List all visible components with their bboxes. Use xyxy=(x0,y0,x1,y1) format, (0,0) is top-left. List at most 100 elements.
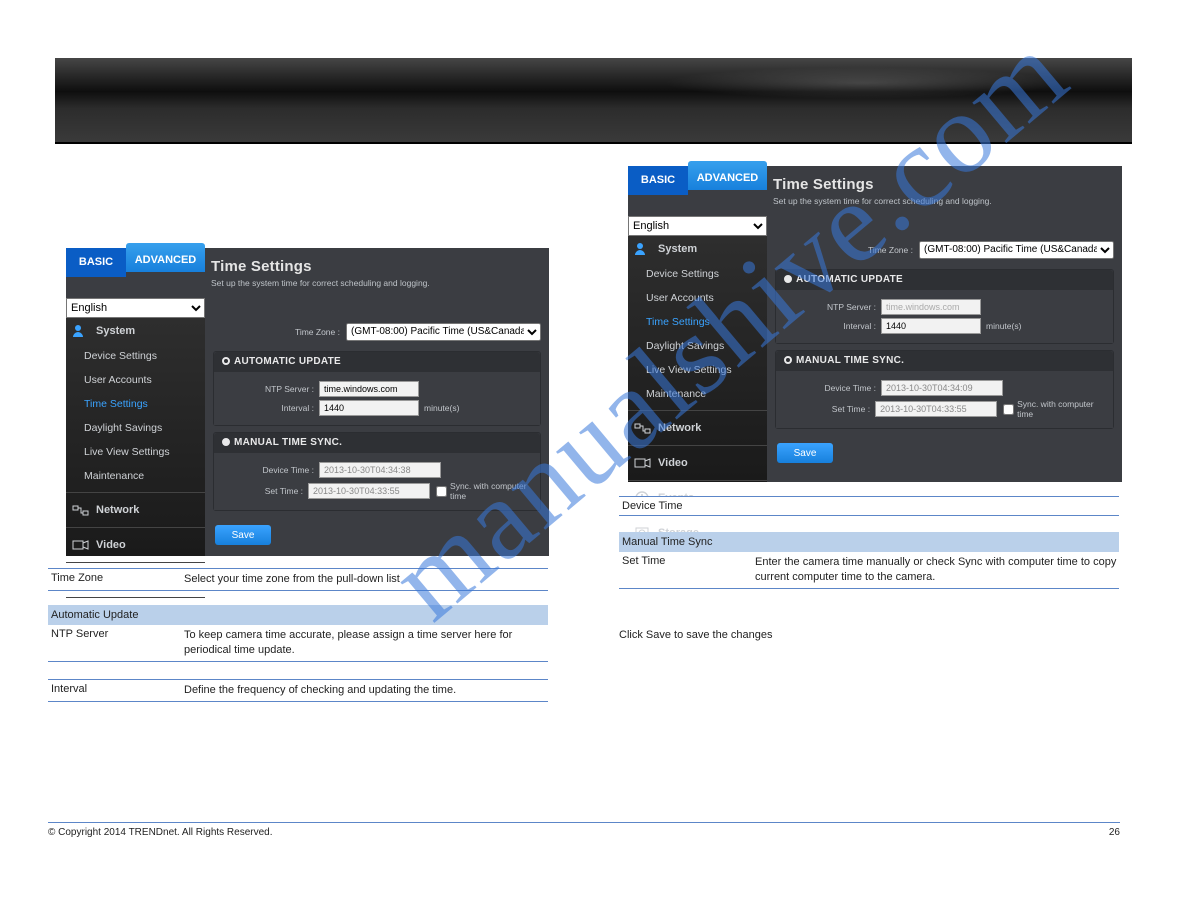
manual-time-sync-box: MANUAL TIME SYNC. Device Time : Set Time… xyxy=(775,350,1114,429)
sidebar: System Device Settings User Accounts Tim… xyxy=(628,236,767,482)
footer: © Copyright 2014 TRENDnet. All Rights Re… xyxy=(48,822,1120,838)
video-icon xyxy=(72,538,90,552)
sidebar-item-label: System xyxy=(658,243,697,255)
radio-unselected-icon[interactable] xyxy=(784,356,792,364)
save-note-text: Click Save to save the changes xyxy=(619,625,1119,645)
timezone-label: Time Zone : xyxy=(868,245,913,255)
language-select[interactable]: English xyxy=(66,298,205,318)
interval-label: Interval : xyxy=(222,403,314,413)
sidebar-item-system[interactable]: System xyxy=(66,318,205,344)
interval-input[interactable] xyxy=(319,400,419,416)
timezone-select[interactable]: (GMT-08:00) Pacific Time (US&Canada) xyxy=(919,241,1114,259)
network-icon xyxy=(634,421,652,435)
device-time-label: Device Time : xyxy=(784,383,876,393)
manual-time-sync-box: MANUAL TIME SYNC. Device Time : Set Time… xyxy=(213,432,541,511)
sidebar-item-label: Maintenance xyxy=(646,388,706,400)
sidebar-item-label: User Accounts xyxy=(84,374,152,386)
desc-key: Time Zone xyxy=(48,572,178,584)
radio-selected-icon[interactable] xyxy=(222,438,230,446)
page-subtitle: Set up the system time for correct sched… xyxy=(773,196,992,207)
device-time-label: Device Time : xyxy=(222,465,314,475)
ui-panel-right: BASIC ADVANCED Time Settings Set up the … xyxy=(628,166,1122,482)
heading-text: AUTOMATIC UPDATE xyxy=(234,356,341,367)
sidebar-item-device-settings[interactable]: Device Settings xyxy=(66,344,205,368)
sidebar-item-live-view-settings[interactable]: Live View Settings xyxy=(66,440,205,464)
sidebar-item-daylight-savings[interactable]: Daylight Savings xyxy=(66,416,205,440)
ntp-server-input[interactable] xyxy=(881,299,981,315)
sidebar-item-video[interactable]: Video xyxy=(66,532,205,558)
sidebar-item-label: Network xyxy=(658,422,701,434)
sidebar-item-network[interactable]: Network xyxy=(66,497,205,523)
ntp-server-input[interactable] xyxy=(319,381,419,397)
heading-text: AUTOMATIC UPDATE xyxy=(796,274,903,285)
desc-val: Define the frequency of checking and upd… xyxy=(178,683,548,698)
sidebar-item-maintenance[interactable]: Maintenance xyxy=(628,382,767,406)
sidebar-item-network[interactable]: Network xyxy=(628,415,767,441)
sidebar-item-live-view-settings[interactable]: Live View Settings xyxy=(628,358,767,382)
box-heading: MANUAL TIME SYNC. xyxy=(214,433,540,453)
timezone-row: Time Zone : (GMT-08:00) Pacific Time (US… xyxy=(205,318,549,345)
sidebar-item-label: Daylight Savings xyxy=(84,422,162,434)
heading-text: MANUAL TIME SYNC. xyxy=(796,355,904,366)
sidebar-item-system[interactable]: System xyxy=(628,236,767,262)
language-select[interactable]: English xyxy=(628,216,767,236)
ntp-label: NTP Server : xyxy=(222,384,314,394)
box-heading: AUTOMATIC UPDATE xyxy=(776,270,1113,290)
sidebar-item-label: User Accounts xyxy=(646,292,714,304)
automatic-update-box: AUTOMATIC UPDATE NTP Server : Interval :… xyxy=(775,269,1114,344)
sidebar-item-label: Time Settings xyxy=(84,398,148,410)
set-time-input[interactable] xyxy=(308,483,430,499)
radio-unselected-icon[interactable] xyxy=(222,357,230,365)
ntp-label: NTP Server : xyxy=(784,302,876,312)
divider xyxy=(66,492,205,493)
sidebar-item-label: Time Settings xyxy=(646,316,710,328)
sidebar-item-time-settings[interactable]: Time Settings xyxy=(628,310,767,334)
page-title: Time Settings xyxy=(773,176,992,193)
divider xyxy=(628,410,767,411)
user-icon xyxy=(634,242,652,256)
sidebar-item-daylight-savings[interactable]: Daylight Savings xyxy=(628,334,767,358)
radio-selected-icon[interactable] xyxy=(784,275,792,283)
content-area: Time Zone : (GMT-08:00) Pacific Time (US… xyxy=(767,236,1122,482)
tab-basic[interactable]: BASIC xyxy=(628,166,688,195)
tab-advanced[interactable]: ADVANCED xyxy=(126,243,205,272)
sync-computer-checkbox[interactable] xyxy=(1003,404,1014,415)
divider xyxy=(66,527,205,528)
network-icon xyxy=(72,503,90,517)
desc-heading: Automatic Update xyxy=(48,609,548,621)
box-heading: MANUAL TIME SYNC. xyxy=(776,351,1113,371)
set-time-label: Set Time : xyxy=(784,404,870,414)
user-icon xyxy=(72,324,90,338)
interval-input[interactable] xyxy=(881,318,981,334)
tab-basic[interactable]: BASIC xyxy=(66,248,126,277)
timezone-select[interactable]: (GMT-08:00) Pacific Time (US&Canada) xyxy=(346,323,541,341)
tab-advanced[interactable]: ADVANCED xyxy=(688,161,767,190)
desc-left-automatic-update: Automatic Update NTP ServerTo keep camer… xyxy=(48,605,548,662)
desc-val: Select your time zone from the pull-down… xyxy=(178,572,548,587)
sidebar-item-user-accounts[interactable]: User Accounts xyxy=(628,286,767,310)
sidebar-item-time-settings[interactable]: Time Settings xyxy=(66,392,205,416)
desc-heading: Manual Time Sync xyxy=(619,536,1119,548)
heading-text: MANUAL TIME SYNC. xyxy=(234,437,342,448)
sidebar-item-video[interactable]: Video xyxy=(628,450,767,476)
sidebar-item-device-settings[interactable]: Device Settings xyxy=(628,262,767,286)
set-time-input[interactable] xyxy=(875,401,997,417)
save-button[interactable]: Save xyxy=(777,443,833,463)
desc-right-device-time: Device Time xyxy=(619,496,1119,516)
page-subtitle: Set up the system time for correct sched… xyxy=(211,278,430,289)
sidebar-item-label: Video xyxy=(658,457,688,469)
sidebar-item-label: Maintenance xyxy=(84,470,144,482)
save-button[interactable]: Save xyxy=(215,525,271,545)
sync-computer-checkbox[interactable] xyxy=(436,486,447,497)
sync-computer-label: Sync. with computer time xyxy=(1017,399,1105,419)
divider xyxy=(66,597,205,598)
sidebar-item-label: Daylight Savings xyxy=(646,340,724,352)
interval-unit: minute(s) xyxy=(424,403,459,413)
sidebar-item-maintenance[interactable]: Maintenance xyxy=(66,464,205,488)
sidebar-item-user-accounts[interactable]: User Accounts xyxy=(66,368,205,392)
sidebar: System Device Settings User Accounts Tim… xyxy=(66,318,205,556)
sidebar-item-label: Live View Settings xyxy=(84,446,170,458)
desc-left-interval: IntervalDefine the frequency of checking… xyxy=(48,679,548,702)
interval-label: Interval : xyxy=(784,321,876,331)
footer-copyright: © Copyright 2014 TRENDnet. All Rights Re… xyxy=(48,827,273,838)
